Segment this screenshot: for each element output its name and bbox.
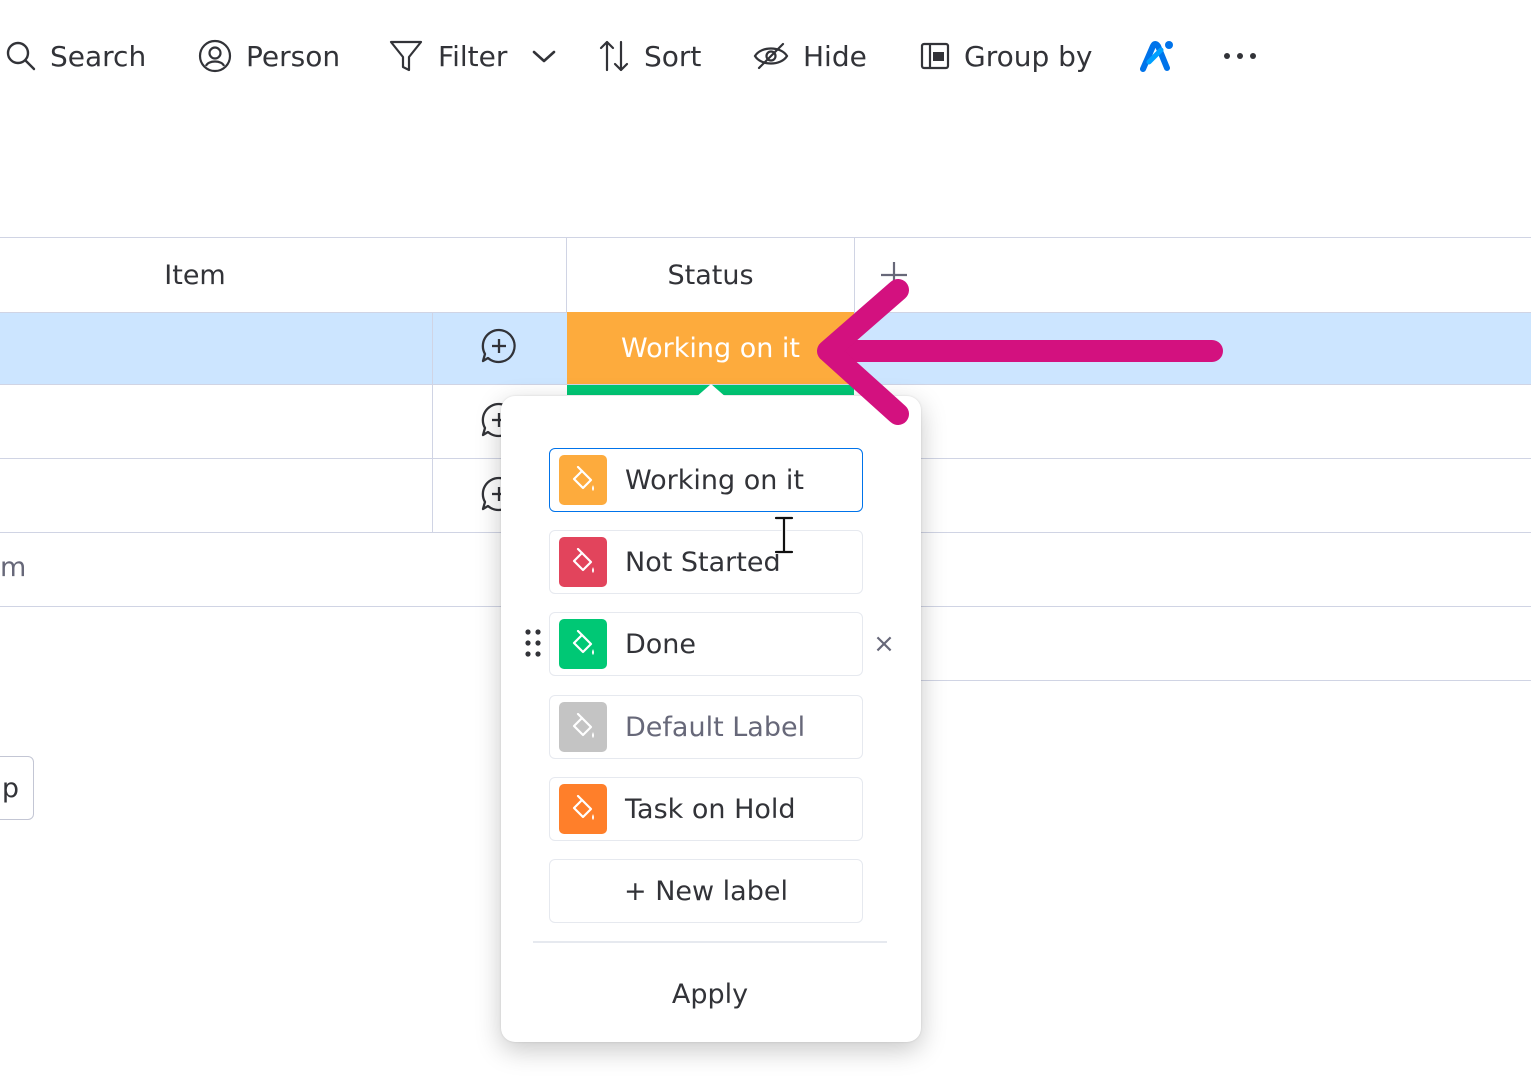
more-dots-icon bbox=[1224, 53, 1256, 59]
status-option-label: Default Label bbox=[625, 711, 806, 743]
popover-caret bbox=[695, 384, 727, 398]
filter-label: Filter bbox=[438, 39, 508, 73]
row-border bbox=[921, 680, 1531, 681]
status-option-task-on-hold[interactable]: Task on Hold bbox=[549, 777, 863, 841]
group-by-icon bbox=[920, 42, 950, 70]
group-by-button[interactable]: Group by bbox=[920, 26, 1093, 86]
status-option-working-on-it[interactable]: Working on it bbox=[549, 448, 863, 512]
sort-button[interactable]: Sort bbox=[598, 26, 701, 86]
new-label-button[interactable]: + New label bbox=[549, 859, 863, 923]
add-group-button[interactable]: p bbox=[0, 756, 34, 820]
column-divider bbox=[432, 312, 433, 532]
popover-divider bbox=[533, 941, 887, 943]
status-option-label: Done bbox=[625, 628, 697, 660]
status-cell[interactable]: Working on it bbox=[567, 312, 854, 384]
person-label: Person bbox=[246, 39, 341, 73]
sort-label: Sort bbox=[644, 39, 702, 73]
group-by-label: Group by bbox=[964, 39, 1093, 73]
person-filter-button[interactable]: Person bbox=[198, 26, 340, 86]
status-option-label: Not Started bbox=[625, 546, 781, 578]
add-update-icon[interactable] bbox=[480, 327, 518, 365]
paint-bucket-icon[interactable] bbox=[559, 784, 607, 834]
add-column-plus-icon[interactable] bbox=[878, 259, 910, 291]
paint-bucket-icon[interactable] bbox=[559, 455, 607, 505]
person-circle-icon bbox=[198, 39, 232, 73]
add-item-input[interactable]: m bbox=[0, 552, 26, 583]
board-toolbar: Search Person Filter Sort Hide Group by bbox=[0, 26, 1531, 86]
column-divider bbox=[566, 238, 567, 312]
status-option-default-label[interactable]: Default Label bbox=[549, 695, 863, 759]
search-button[interactable]: Search bbox=[6, 26, 146, 86]
ai-assistant-button[interactable] bbox=[1140, 26, 1174, 86]
search-label: Search bbox=[50, 39, 147, 73]
eye-hidden-icon bbox=[753, 42, 789, 70]
more-options-button[interactable] bbox=[1222, 26, 1258, 86]
status-option-label: Working on it bbox=[625, 464, 805, 496]
column-header-status[interactable]: Status bbox=[567, 238, 854, 312]
drag-handle-icon[interactable] bbox=[523, 628, 543, 658]
filter-button[interactable]: Filter bbox=[388, 26, 557, 86]
search-icon bbox=[6, 41, 36, 71]
status-option-not-started[interactable]: Not Started bbox=[549, 530, 863, 594]
text-cursor-icon bbox=[773, 516, 795, 554]
status-option-done[interactable]: Done bbox=[549, 612, 863, 676]
sort-icon bbox=[599, 40, 629, 72]
apply-button[interactable]: Apply bbox=[600, 966, 820, 1022]
chevron-down-icon[interactable] bbox=[531, 46, 557, 66]
ai-assistant-icon bbox=[1140, 41, 1173, 72]
hide-button[interactable]: Hide bbox=[753, 26, 867, 86]
add-group-label: p bbox=[1, 772, 19, 804]
column-header-item[interactable]: Item bbox=[0, 238, 390, 312]
hide-label: Hide bbox=[803, 39, 867, 73]
paint-bucket-icon[interactable] bbox=[559, 619, 607, 669]
remove-label-close-icon[interactable]: × bbox=[872, 629, 896, 659]
paint-bucket-icon[interactable] bbox=[559, 702, 607, 752]
filter-icon bbox=[389, 40, 423, 72]
column-divider bbox=[854, 238, 855, 312]
status-cell-label: Working on it bbox=[620, 332, 800, 364]
paint-bucket-icon[interactable] bbox=[559, 537, 607, 587]
status-option-label: Task on Hold bbox=[625, 793, 796, 825]
